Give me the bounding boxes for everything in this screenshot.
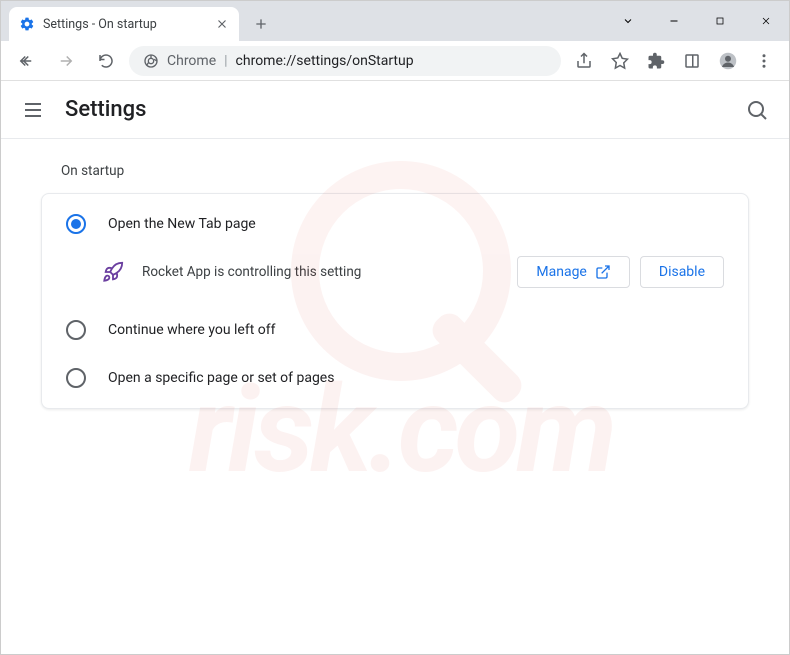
window-controls [605,1,789,41]
radio-selected-icon[interactable] [66,214,86,234]
startup-options-card: Open the New Tab page Rocket App is cont… [41,193,749,409]
window-dropdown-icon[interactable] [605,1,651,41]
disable-button[interactable]: Disable [640,256,724,288]
disable-button-label: Disable [659,264,705,280]
window-minimize-button[interactable] [651,1,697,41]
new-tab-button[interactable] [247,10,275,38]
hamburger-menu-icon[interactable] [21,98,45,122]
content-area: On startup Open the New Tab page Rocket … [1,139,789,433]
extensions-puzzle-icon[interactable] [639,44,673,78]
option-label: Continue where you left off [108,322,276,338]
bookmark-star-icon[interactable] [603,44,637,78]
extension-notice: Rocket App is controlling this setting M… [42,248,748,306]
section-label: On startup [61,163,749,179]
url-path: chrome://settings/onStartup [236,53,414,69]
share-icon[interactable] [567,44,601,78]
kebab-menu-icon[interactable] [747,44,781,78]
open-external-icon [595,264,611,280]
option-label: Open a specific page or set of pages [108,370,334,386]
address-bar[interactable]: Chrome | chrome://settings/onStartup [129,46,561,76]
toolbar: Chrome | chrome://settings/onStartup [1,41,789,81]
tab-title: Settings - On startup [43,17,207,32]
titlebar: Settings - On startup [1,1,789,41]
side-panel-icon[interactable] [675,44,709,78]
manage-button[interactable]: Manage [517,256,629,288]
reload-button[interactable] [89,44,123,78]
browser-tab[interactable]: Settings - On startup [9,7,239,41]
url-scheme: Chrome [167,53,216,69]
profile-avatar-icon[interactable] [711,44,745,78]
manage-button-label: Manage [536,264,586,280]
chrome-icon [143,53,159,69]
rocket-extension-icon [102,261,124,283]
option-label: Open the New Tab page [108,216,256,232]
settings-gear-icon [19,16,35,32]
option-continue-left-off[interactable]: Continue where you left off [42,306,748,354]
option-open-new-tab[interactable]: Open the New Tab page [42,200,748,248]
search-icon[interactable] [745,98,769,122]
option-specific-pages[interactable]: Open a specific page or set of pages [42,354,748,402]
radio-unselected-icon[interactable] [66,368,86,388]
window-maximize-button[interactable] [697,1,743,41]
forward-button[interactable] [49,44,83,78]
radio-unselected-icon[interactable] [66,320,86,340]
close-tab-icon[interactable] [215,17,229,31]
page-title: Settings [65,97,146,122]
settings-header: Settings [1,81,789,139]
window-close-button[interactable] [743,1,789,41]
back-button[interactable] [9,44,43,78]
extension-notice-text: Rocket App is controlling this setting [142,264,499,280]
